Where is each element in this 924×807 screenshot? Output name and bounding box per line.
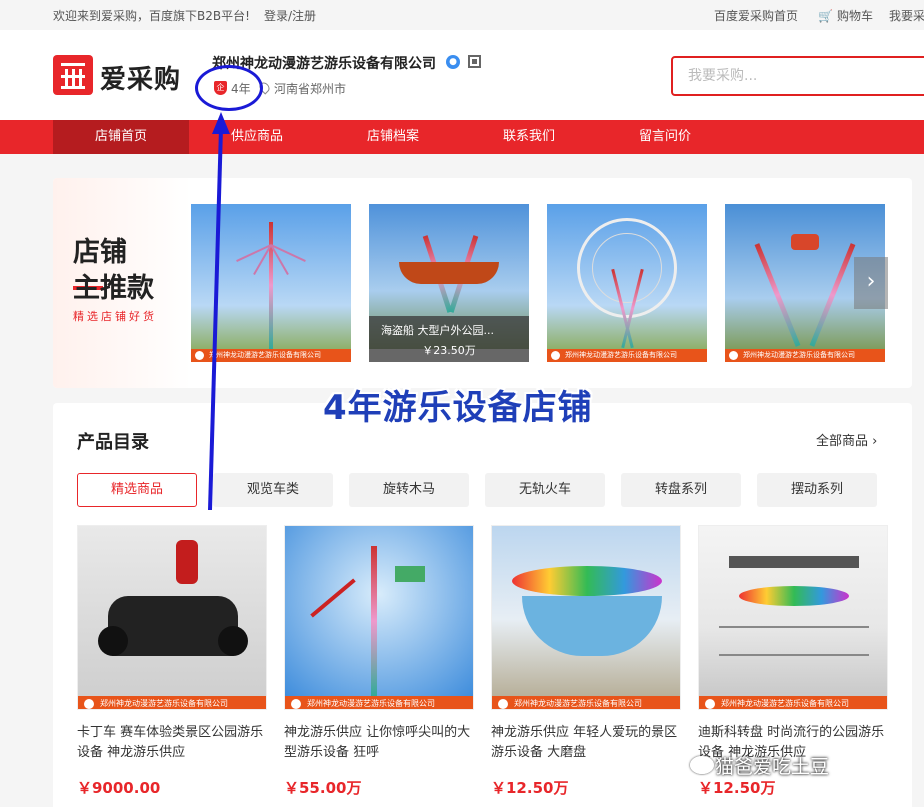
annotation-text: 4年游乐设备店铺	[323, 388, 593, 428]
wechat-icon	[690, 756, 714, 774]
watermark-text: 猫爸爱吃土豆	[715, 756, 830, 778]
